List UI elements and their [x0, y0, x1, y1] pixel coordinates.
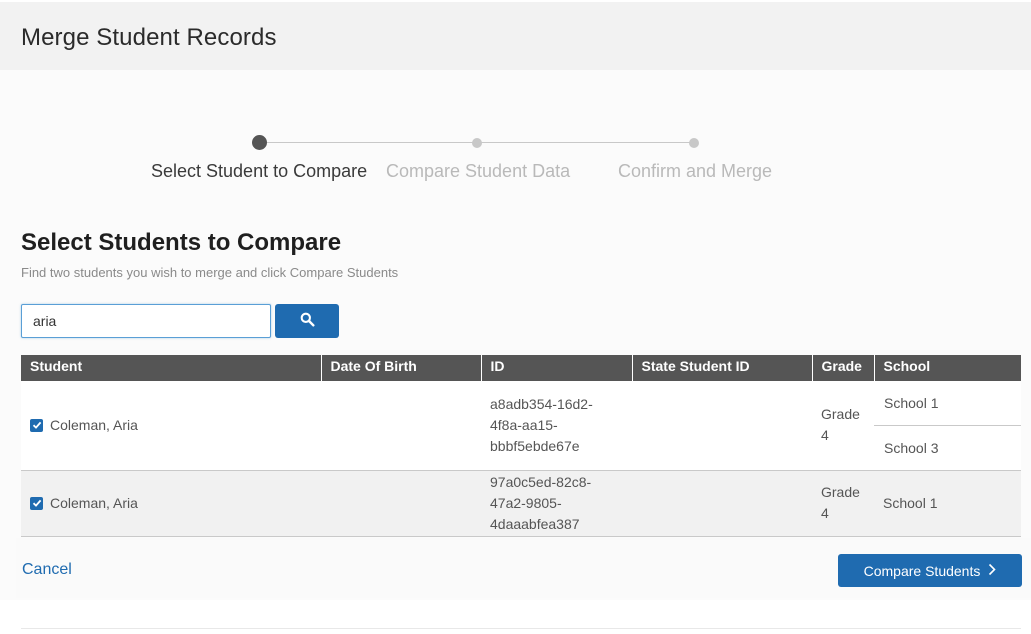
- table-header-row: Student Date Of Birth ID State Student I…: [21, 355, 1021, 381]
- column-header-dob[interactable]: Date Of Birth: [320, 355, 481, 381]
- id-cell: 97a0c5ed-82c8- 47a2-9805- 4daaabfea387: [481, 469, 632, 537]
- grade-cell: Grade 4: [812, 381, 874, 470]
- school-entry: School 3: [874, 425, 1021, 469]
- grade-line: 4: [821, 427, 829, 444]
- step-label-compare: Compare Student Data: [386, 161, 571, 181]
- student-cell: Coleman, Aria: [21, 381, 321, 470]
- table-row: Coleman, Aria a8adb354-16d2- 4f8a-aa15- …: [21, 381, 1021, 470]
- grade-line: Grade: [821, 406, 860, 423]
- step-label-select: Select Student to Compare: [151, 161, 368, 181]
- dob-cell: [321, 469, 481, 537]
- row-checkbox[interactable]: [30, 418, 43, 432]
- grade-cell: Grade 4: [812, 469, 874, 537]
- cancel-link[interactable]: Cancel: [22, 561, 72, 579]
- divider: [21, 628, 1021, 629]
- table-row: Coleman, Aria 97a0c5ed-82c8- 47a2-9805- …: [21, 469, 1021, 537]
- checkmark-icon: [32, 422, 41, 430]
- student-name: Coleman, Aria: [50, 495, 138, 511]
- column-header-id[interactable]: ID: [480, 355, 632, 381]
- page-title: Merge Student Records: [21, 24, 277, 51]
- section-subtitle: Find two students you wish to merge and …: [21, 265, 399, 280]
- school-cell: School 1: [874, 469, 1021, 537]
- dob-cell: [321, 381, 481, 470]
- step-dot-inactive: [689, 138, 699, 148]
- school-entry: School 1: [884, 395, 939, 412]
- action-footer: Cancel Compare Students: [16, 538, 1031, 598]
- id-line: 47a2-9805-: [490, 494, 562, 511]
- page-header: Merge Student Records: [0, 2, 1031, 70]
- grade-line: Grade: [821, 484, 860, 500]
- progress-stepper: Select Student to Compare Compare Studen…: [0, 70, 1031, 200]
- search-input[interactable]: [21, 304, 271, 338]
- school-cell: School 1 School 3: [874, 381, 1021, 470]
- compare-students-button[interactable]: Compare Students: [838, 554, 1022, 587]
- section-title: Select Students to Compare: [21, 229, 342, 256]
- student-name: Coleman, Aria: [50, 417, 138, 434]
- row-checkbox[interactable]: [30, 496, 43, 510]
- student-table: Student Date Of Birth ID State Student I…: [21, 355, 1021, 537]
- id-line: 4daaabfea387: [490, 515, 580, 532]
- step-label-confirm: Confirm and Merge: [618, 161, 773, 181]
- id-line: a8adb354-16d2-: [490, 395, 593, 412]
- column-header-school[interactable]: School: [873, 355, 1021, 381]
- search-icon: [300, 312, 315, 330]
- chevron-right-icon: [988, 563, 996, 579]
- compare-button-label: Compare Students: [863, 562, 981, 579]
- student-cell: Coleman, Aria: [21, 469, 321, 537]
- search-button[interactable]: [275, 304, 339, 338]
- column-header-state-id[interactable]: State Student ID: [631, 355, 812, 381]
- id-line: 97a0c5ed-82c8-: [490, 473, 592, 490]
- column-header-student[interactable]: Student: [21, 355, 321, 381]
- id-line: 4f8a-aa15-: [490, 416, 558, 433]
- grade-line: 4: [821, 505, 829, 521]
- main-panel: Select Student to Compare Compare Studen…: [0, 70, 1031, 600]
- step-dot-inactive: [472, 138, 482, 148]
- column-header-grade[interactable]: Grade: [811, 355, 874, 381]
- checkmark-icon: [32, 499, 41, 507]
- state-id-cell: [632, 381, 812, 470]
- id-line: bbbf5ebde67e: [490, 437, 580, 454]
- id-cell: a8adb354-16d2- 4f8a-aa15- bbbf5ebde67e: [481, 381, 632, 470]
- step-dot-active: [252, 135, 267, 150]
- state-id-cell: [632, 469, 812, 537]
